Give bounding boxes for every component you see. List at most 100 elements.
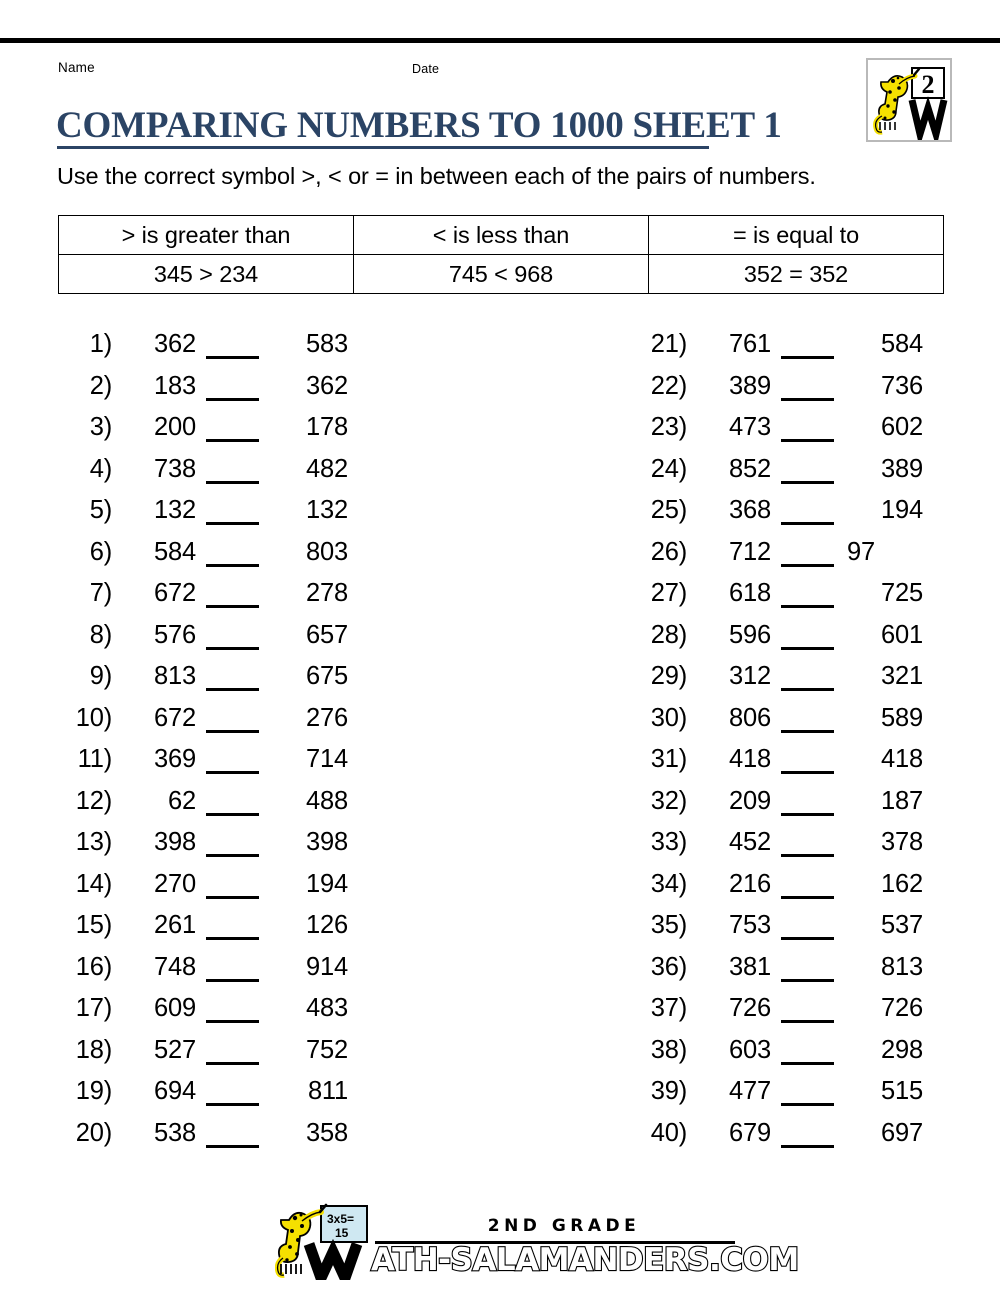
answer-blank[interactable] — [206, 729, 259, 733]
answer-blank[interactable] — [206, 812, 259, 816]
answer-blank[interactable] — [781, 397, 834, 401]
problem-left-operand: 398 — [154, 828, 196, 856]
answer-blank[interactable] — [781, 1144, 834, 1148]
problem-number: 15) — [75, 911, 112, 939]
problem-row: 7) 672 278 — [58, 579, 388, 621]
problem-right-operand: 657 — [306, 620, 348, 649]
problem-left-operand: 261 — [154, 911, 196, 939]
problem-row: 5) 132 132 — [58, 496, 388, 538]
answer-blank[interactable] — [206, 480, 259, 484]
answer-blank[interactable] — [206, 771, 259, 774]
problem-right-operand: 482 — [306, 454, 348, 483]
problem-number: 28) — [650, 620, 687, 649]
answer-blank[interactable] — [206, 1061, 259, 1065]
problem-right-operand: 358 — [306, 1118, 348, 1147]
answer-blank[interactable] — [206, 439, 259, 442]
problem-left-operand: 806 — [729, 703, 771, 732]
instruction-text: Use the correct symbol >, < or = in betw… — [57, 163, 816, 189]
answer-blank[interactable] — [206, 854, 259, 857]
answer-blank[interactable] — [206, 937, 259, 940]
problem-left-operand: 216 — [729, 869, 771, 898]
problem-right-operand: 278 — [306, 579, 348, 607]
problem-number: 31) — [650, 745, 687, 773]
answer-blank[interactable] — [781, 605, 834, 608]
answer-blank[interactable] — [781, 646, 834, 650]
problem-right-operand: 162 — [881, 869, 923, 898]
answer-blank[interactable] — [206, 895, 259, 899]
problem-right-operand: 697 — [881, 1118, 923, 1147]
answer-blank[interactable] — [781, 937, 834, 940]
answer-blank[interactable] — [206, 1020, 259, 1023]
answer-blank[interactable] — [781, 480, 834, 484]
answer-blank[interactable] — [781, 729, 834, 733]
problem-number: 9) — [89, 662, 112, 690]
problem-number: 29) — [650, 662, 687, 690]
problem-right-operand: 726 — [881, 994, 923, 1022]
date-label: Date — [412, 62, 440, 76]
problem-left-operand: 679 — [729, 1118, 771, 1147]
problem-right-operand: 132 — [306, 496, 348, 524]
problem-row: 21) 761 584 — [633, 330, 963, 372]
problem-left-operand: 209 — [729, 786, 771, 815]
answer-blank[interactable] — [206, 1103, 259, 1106]
problem-right-operand: 378 — [881, 828, 923, 856]
problem-row: 28) 596 601 — [633, 621, 963, 663]
problem-row: 16) 748 914 — [58, 953, 388, 995]
problem-row: 35) 753 537 — [633, 911, 963, 953]
problem-number: 17) — [75, 994, 112, 1022]
legend-example-equal: 352 = 352 — [648, 254, 944, 294]
problem-left-operand: 312 — [729, 662, 771, 690]
problem-row: 23) 473 602 — [633, 413, 963, 455]
footer-logo: 3x5= 15 2ND GRADE ATH-SALAMANDERS.COM — [275, 1198, 800, 1282]
problem-row: 27) 618 725 — [633, 579, 963, 621]
answer-blank[interactable] — [781, 1061, 834, 1065]
problem-row: 40) 679 697 — [633, 1119, 963, 1161]
answer-blank[interactable] — [206, 688, 259, 691]
answer-blank[interactable] — [781, 563, 834, 567]
legend-header-row: > is greater than < is less than = is eq… — [58, 215, 944, 255]
problem-right-operand: 537 — [881, 911, 923, 939]
answer-blank[interactable] — [206, 563, 259, 567]
answer-blank[interactable] — [206, 522, 259, 525]
problem-left-operand: 726 — [729, 994, 771, 1022]
answer-blank[interactable] — [781, 1103, 834, 1106]
answer-blank[interactable] — [206, 397, 259, 401]
problem-left-operand: 270 — [154, 869, 196, 898]
problem-number: 7) — [89, 579, 112, 607]
answer-blank[interactable] — [206, 978, 259, 982]
problem-right-operand: 321 — [881, 662, 923, 690]
answer-blank[interactable] — [206, 605, 259, 608]
problem-number: 34) — [650, 869, 687, 898]
answer-blank[interactable] — [781, 1020, 834, 1023]
problem-left-operand: 369 — [154, 745, 196, 773]
answer-blank[interactable] — [206, 356, 259, 359]
answer-blank[interactable] — [781, 356, 834, 359]
svg-text:15: 15 — [335, 1226, 349, 1240]
answer-blank[interactable] — [781, 812, 834, 816]
answer-blank[interactable] — [206, 646, 259, 650]
problem-left-operand: 362 — [154, 330, 196, 358]
problem-right-operand: 178 — [306, 413, 348, 441]
answer-blank[interactable] — [781, 771, 834, 774]
problem-number: 21) — [650, 330, 687, 358]
problem-left-operand: 672 — [154, 703, 196, 732]
answer-blank[interactable] — [781, 439, 834, 442]
problem-left-operand: 368 — [729, 496, 771, 524]
legend-example-greater: 345 > 234 — [58, 254, 354, 294]
problem-right-operand: 126 — [306, 911, 348, 939]
answer-blank[interactable] — [781, 895, 834, 899]
answer-blank[interactable] — [781, 522, 834, 525]
problem-number: 30) — [650, 703, 687, 732]
answer-blank[interactable] — [781, 688, 834, 691]
problem-row: 12) 62 488 — [58, 787, 388, 829]
problem-right-operand: 488 — [306, 786, 348, 815]
answer-blank[interactable] — [206, 1144, 259, 1148]
answer-blank[interactable] — [781, 978, 834, 982]
header-divider-rule — [0, 38, 1000, 43]
problem-right-operand: 602 — [881, 413, 923, 441]
footer-domain-label: ATH-SALAMANDERS.COM — [370, 1241, 800, 1279]
problem-row: 22) 389 736 — [633, 372, 963, 414]
answer-blank[interactable] — [781, 854, 834, 857]
problem-right-operand: 583 — [306, 330, 348, 358]
problem-left-operand: 609 — [154, 994, 196, 1022]
